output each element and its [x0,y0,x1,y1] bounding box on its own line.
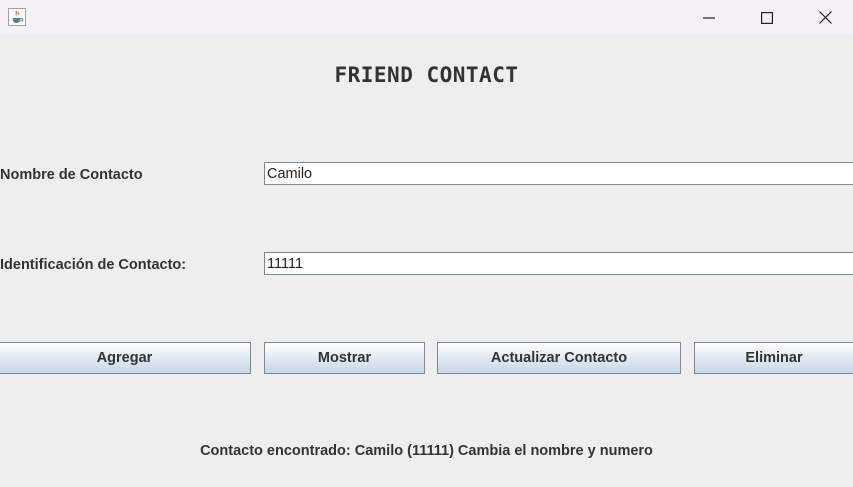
maximize-button[interactable] [738,0,796,35]
close-button[interactable] [796,0,853,35]
minimize-icon [703,16,715,19]
title-bar [0,0,853,35]
id-label: Identificación de Contacto: [0,257,187,273]
add-button[interactable]: Agregar [0,342,251,374]
delete-button[interactable]: Eliminar [694,342,853,374]
content-pane: FRIEND CONTACT Nombre de Contacto Identi… [0,35,853,487]
java-cup-icon [8,8,26,26]
name-field[interactable] [264,162,853,185]
maximize-icon [761,11,773,24]
name-label: Nombre de Contacto [0,167,143,183]
update-contact-button[interactable]: Actualizar Contacto [437,342,681,374]
close-icon [818,11,832,24]
page-title: FRIEND CONTACT [334,63,519,87]
status-message: Contacto encontrado: Camilo (11111) Camb… [200,443,653,459]
id-field[interactable] [264,252,853,275]
show-button[interactable]: Mostrar [264,342,425,374]
minimize-button[interactable] [680,0,738,35]
